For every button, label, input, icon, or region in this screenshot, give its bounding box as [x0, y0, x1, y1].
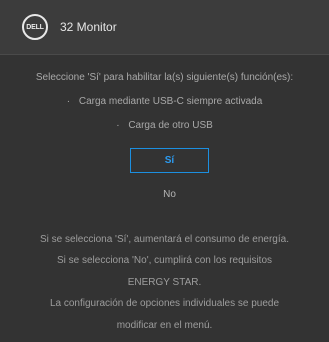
feature-item-other-usb-charging: · Carga de otro USB	[0, 120, 329, 131]
note-line-4: La configuración de opciones individuale…	[49, 298, 280, 309]
feature-label: Carga mediante USB-C siempre activada	[78, 96, 263, 107]
monitor-title: 32 Monitor	[60, 20, 117, 34]
dell-logo: DELL	[22, 14, 48, 40]
note-line-1: Si se selecciona 'Sí', aumentará el cons…	[40, 234, 289, 245]
feature-label: Carga de otro USB	[128, 120, 213, 131]
bullet: ·	[66, 96, 71, 107]
osd-header: DELL 32 Monitor	[0, 0, 329, 55]
yes-button[interactable]: Sí	[130, 148, 209, 173]
note-line-5: modificar en el menú.	[116, 320, 213, 331]
feature-item-usbc-charging: · Carga mediante USB-C siempre activada	[0, 96, 329, 107]
note-line-3: ENERGY STAR.	[127, 277, 202, 288]
monitor-osd-dialog: DELL 32 Monitor Seleccione 'Sí' para hab…	[0, 0, 329, 342]
prompt-text: Seleccione 'Sí' para habilitar la(s) sig…	[35, 72, 294, 83]
note-line-2: Si se selecciona 'No', cumplirá con los …	[56, 255, 273, 266]
no-button[interactable]: No	[130, 182, 209, 207]
bullet: ·	[116, 120, 120, 131]
